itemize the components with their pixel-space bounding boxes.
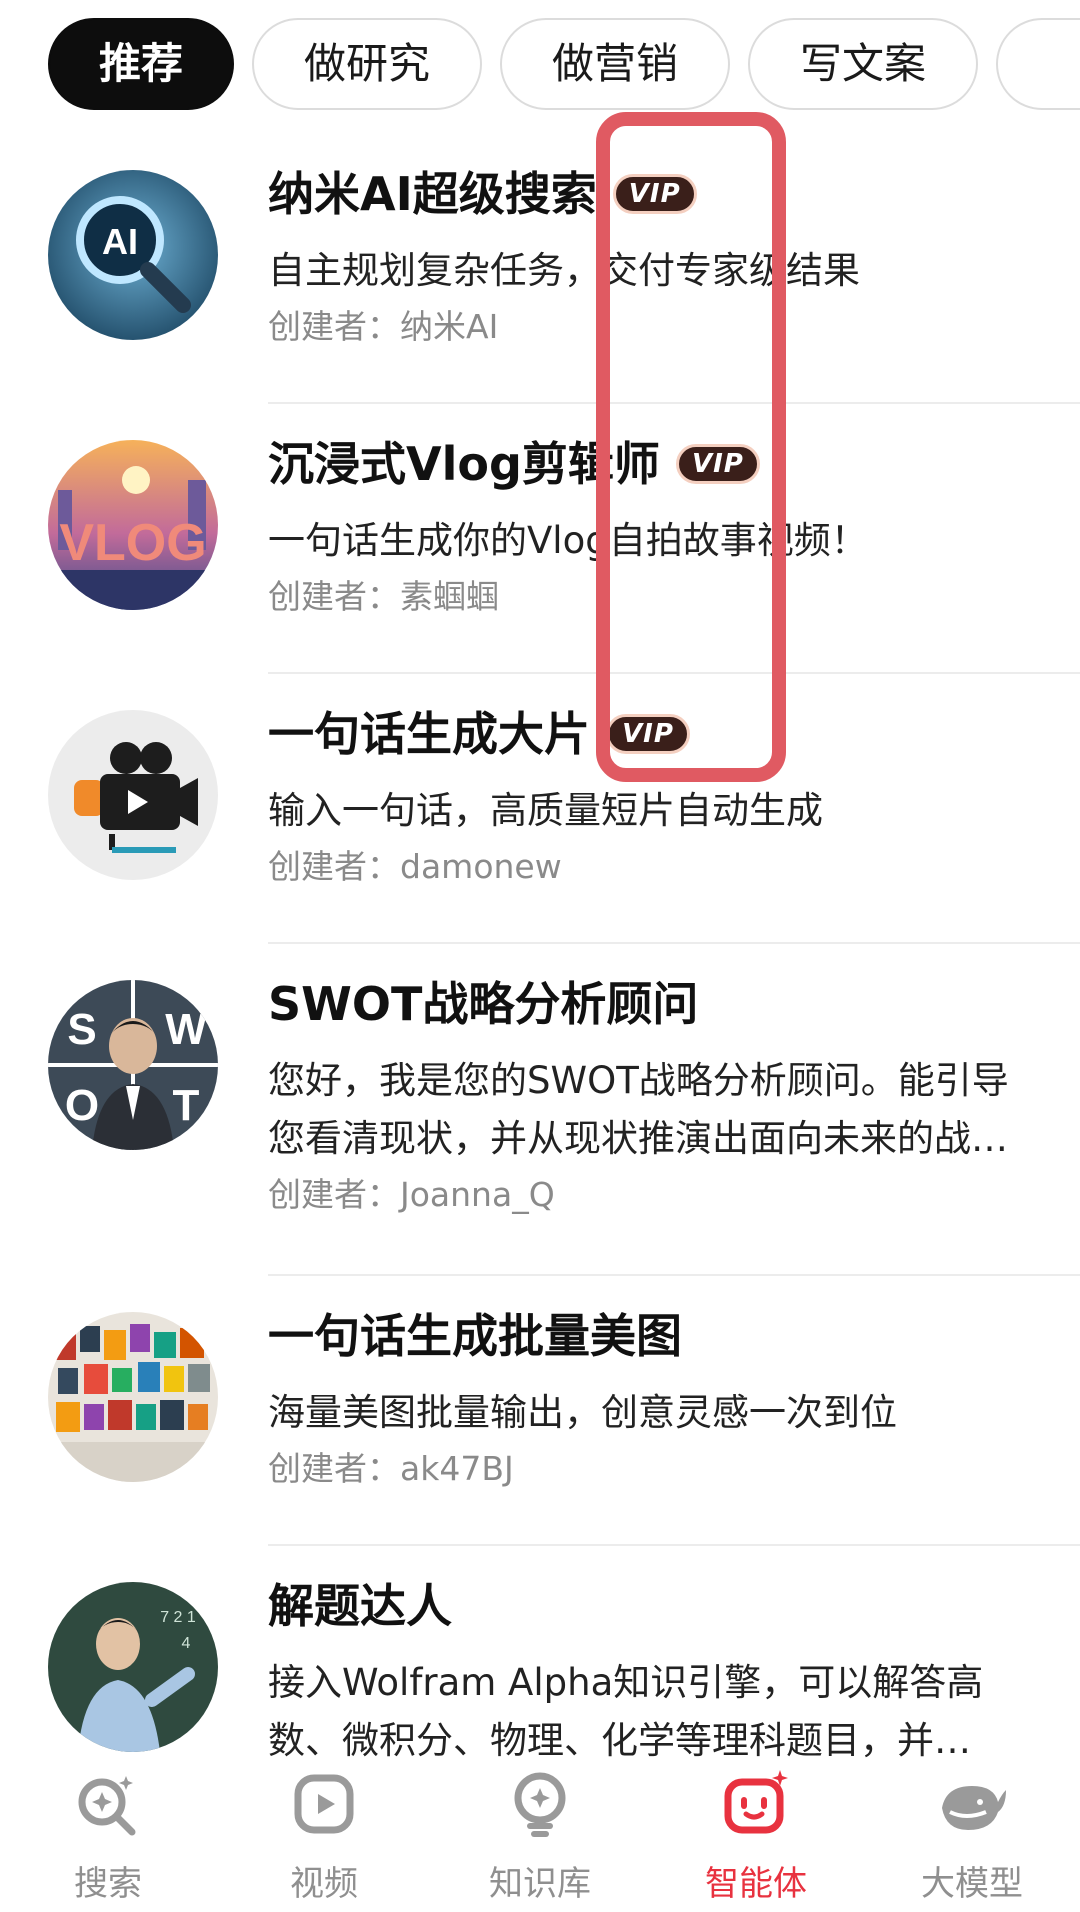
item-description: 一句话生成你的Vlog自拍故事视频！ <box>268 519 868 562</box>
category-tabs: 推荐做研究做营销写文案搜 <box>48 18 1080 110</box>
divider <box>268 402 1080 404</box>
svg-text:S: S <box>67 1005 96 1054</box>
divider <box>268 672 1080 674</box>
nav-label: 视频 <box>290 1864 358 1904</box>
item-creator: 创建者：damonew <box>268 847 562 886</box>
svg-text:VLOG: VLOG <box>59 514 206 572</box>
lightbulb-icon <box>504 1768 576 1840</box>
svg-text:7 2 1: 7 2 1 <box>160 1609 196 1626</box>
item-description: 海量美图批量输出，创意灵感一次到位 <box>268 1391 897 1434</box>
photo-wall-icon <box>48 1312 218 1482</box>
nav-video[interactable]: 视频 <box>216 1760 432 1912</box>
item-description: 接入Wolfram Alpha知识引擎，可以解答高数、微积分、物理、化学等理科题… <box>268 1661 984 1762</box>
whale-icon <box>936 1768 1008 1840</box>
teacher-portrait-icon: 7 2 1 4 <box>48 1582 218 1752</box>
item-description: 您好，我是您的SWOT战略分析顾问。能引导您看清现状，并从现状推演出面向未来的战… <box>268 1059 1009 1160</box>
item-title: 一句话生成批量美图 <box>268 1308 682 1363</box>
vip-badge: VIP <box>606 713 690 754</box>
nav-label: 大模型 <box>921 1864 1023 1904</box>
svg-text:T: T <box>173 1081 200 1130</box>
list-item[interactable]: VLOG 沉浸式Vlog剪辑师 VIP 一句话生成你的Vlog自拍故事视频！ 创建… <box>0 420 1080 688</box>
svg-text:O: O <box>65 1081 99 1130</box>
swot-portrait-icon: S W O T <box>48 980 218 1150</box>
divider <box>268 942 1080 944</box>
list-item[interactable]: S W O T SWOT战略分析顾问 您好，我是您的SWOT战略分析顾问。能引导… <box>0 960 1080 1290</box>
svg-text:W: W <box>165 1005 207 1054</box>
nav-search[interactable]: 搜索 <box>0 1760 216 1912</box>
vip-badge: VIP <box>612 173 697 214</box>
svg-text:AI: AI <box>102 221 138 262</box>
item-creator: 创建者：ak47BJ <box>268 1449 514 1488</box>
divider <box>268 1274 1080 1276</box>
item-title: 解题达人 <box>268 1578 452 1633</box>
divider <box>268 1544 1080 1546</box>
nav-label: 智能体 <box>705 1864 807 1904</box>
item-title: SWOT战略分析顾问 <box>268 976 699 1031</box>
item-title: 纳米AI超级搜索 <box>268 166 597 221</box>
list-item[interactable]: AI 纳米AI超级搜索 VIP 自主规划复杂任务，交付专家级结果 创建者：纳米AI <box>0 150 1080 418</box>
nav-model[interactable]: 大模型 <box>864 1760 1080 1912</box>
item-description: 自主规划复杂任务，交付专家级结果 <box>268 249 860 292</box>
nav-label: 搜索 <box>74 1864 142 1904</box>
vip-badge: VIP <box>675 443 760 484</box>
agent-face-icon <box>720 1768 792 1840</box>
item-description: 输入一句话，高质量短片自动生成 <box>268 789 823 832</box>
bottom-nav: 搜索 视频 知识库 智能体 大模型 <box>0 1760 1080 1912</box>
ai-magnifier-icon: AI <box>48 170 218 340</box>
nav-label: 知识库 <box>489 1864 591 1904</box>
svg-text:4: 4 <box>182 1635 191 1652</box>
item-creator: 创建者：Joanna_Q <box>268 1175 555 1214</box>
tab-recommend[interactable]: 推荐 <box>48 18 234 110</box>
item-creator: 创建者：素蝈蝈 <box>268 577 499 616</box>
tab-marketing[interactable]: 做营销 <box>500 18 730 110</box>
nav-knowledge[interactable]: 知识库 <box>432 1760 648 1912</box>
video-play-icon <box>288 1768 360 1840</box>
movie-camera-icon <box>48 710 218 880</box>
tab-research[interactable]: 做研究 <box>252 18 482 110</box>
list-item[interactable]: 一句话生成大片 VIP 输入一句话，高质量短片自动生成 创建者：damonew <box>0 690 1080 958</box>
vlog-city-icon: VLOG <box>48 440 218 610</box>
item-title: 沉浸式Vlog剪辑师 <box>268 436 660 491</box>
search-sparkle-icon <box>72 1768 144 1840</box>
item-creator: 创建者：纳米AI <box>268 307 499 346</box>
tab-search[interactable]: 搜 <box>996 18 1080 110</box>
list-item[interactable]: 7 2 1 4 解题达人 接入Wolfram Alpha知识引擎，可以解答高数、… <box>0 1562 1080 1762</box>
item-title: 一句话生成大片 <box>268 706 590 761</box>
list-item[interactable]: 一句话生成批量美图 海量美图批量输出，创意灵感一次到位 创建者：ak47BJ <box>0 1292 1080 1560</box>
nav-agent[interactable]: 智能体 <box>648 1760 864 1912</box>
tab-copywriting[interactable]: 写文案 <box>748 18 978 110</box>
